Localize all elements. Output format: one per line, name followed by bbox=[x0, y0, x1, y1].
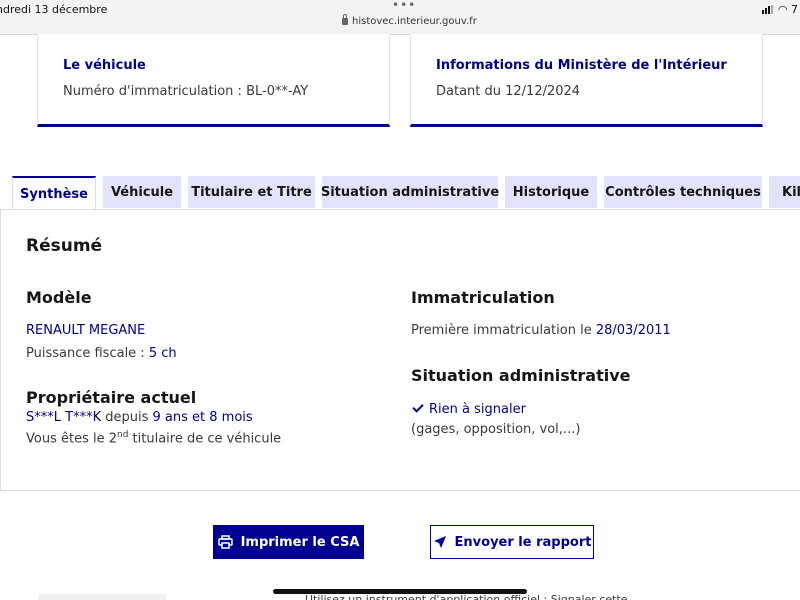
send-report-label: Envoyer le rapport bbox=[454, 534, 592, 550]
check-icon bbox=[412, 401, 424, 413]
battery-level: 7 bbox=[791, 3, 798, 16]
registration-heading: Immatriculation bbox=[411, 288, 555, 307]
registration-number: Numéro d'immatriculation : BL-0**-AY bbox=[63, 84, 309, 99]
admin-status-heading: Situation administrative bbox=[411, 366, 631, 385]
first-registration: Première immatriculation le 28/03/2011 bbox=[411, 323, 671, 338]
send-icon bbox=[433, 536, 446, 548]
owner-name: S***L T***K bbox=[26, 410, 102, 425]
address-bar[interactable]: histovec.interieur.gouv.fr bbox=[342, 14, 477, 27]
owner-heading: Propriétaire actuel bbox=[26, 388, 197, 407]
fiscal-power: Puissance fiscale : 5 ch bbox=[26, 346, 177, 361]
card-title: Informations du Ministère de l'Intérieur bbox=[436, 58, 727, 73]
owner-rank-prefix: Vous êtes le 2 bbox=[26, 431, 117, 447]
owner-duration: 9 ans et 8 mois bbox=[152, 410, 253, 425]
summary-panel: Résumé Modèle RENAULT MEGANE Puissance f… bbox=[0, 209, 800, 491]
wifi-icon: ◠ bbox=[777, 3, 788, 16]
ministry-info-card: Informations du Ministère de l'Intérieur… bbox=[410, 34, 763, 127]
owner-rank: Vous êtes le 2nd titulaire de ce véhicul… bbox=[26, 430, 281, 446]
home-indicator[interactable] bbox=[273, 589, 527, 594]
owner-rank-sup: nd bbox=[117, 430, 129, 440]
signal-icon bbox=[762, 4, 774, 17]
first-registration-date: 28/03/2011 bbox=[595, 323, 671, 338]
first-registration-label: Première immatriculation le bbox=[411, 323, 592, 338]
url-text: histovec.interieur.gouv.fr bbox=[352, 16, 477, 27]
tab-controles-techniques[interactable]: Contrôles techniques bbox=[604, 176, 762, 208]
print-csa-button[interactable]: Imprimer le CSA bbox=[213, 525, 364, 559]
model-name: RENAULT MEGANE bbox=[26, 323, 146, 338]
card-title: Le véhicule bbox=[63, 58, 146, 73]
admin-status-details: (gages, opposition, vol,...) bbox=[411, 422, 581, 437]
fiscal-power-label: Puissance fiscale : bbox=[26, 346, 145, 361]
footer-partial-box bbox=[38, 594, 166, 600]
tab-historique[interactable]: Historique bbox=[505, 176, 597, 208]
fiscal-power-value: 5 ch bbox=[148, 346, 177, 361]
vehicle-info-card: Le véhicule Numéro d'immatriculation : B… bbox=[37, 34, 390, 127]
status-date: ndredi 13 décembre bbox=[0, 3, 108, 16]
send-report-button[interactable]: Envoyer le rapport bbox=[430, 525, 594, 559]
report-date: Datant du 12/12/2024 bbox=[436, 84, 581, 99]
admin-status: Rien à signaler bbox=[412, 401, 526, 417]
browser-status-bar: ndredi 13 décembre ••• histovec.interieu… bbox=[0, 0, 800, 35]
lock-icon bbox=[342, 14, 348, 25]
owner-info: S***L T***K depuis 9 ans et 8 mois bbox=[26, 410, 253, 425]
owner-rank-suffix: titulaire de ce véhicule bbox=[128, 431, 282, 447]
tab-kilometrage[interactable]: Kil bbox=[769, 176, 800, 208]
tab-situation-administrative[interactable]: Situation administrative bbox=[321, 176, 499, 208]
owner-since-label: depuis bbox=[105, 410, 149, 425]
tab-titulaire[interactable]: Titulaire et Titre bbox=[188, 176, 315, 208]
tab-vehicule[interactable]: Véhicule bbox=[103, 176, 181, 208]
tab-bar: Synthèse Véhicule Titulaire et Titre Sit… bbox=[0, 176, 800, 210]
printer-icon bbox=[217, 535, 233, 549]
admin-status-text: Rien à signaler bbox=[429, 402, 526, 417]
model-heading: Modèle bbox=[26, 288, 92, 307]
tab-synthese[interactable]: Synthèse bbox=[12, 176, 96, 210]
print-csa-label: Imprimer le CSA bbox=[240, 534, 360, 550]
footer-partial-text: Utilisez un instrument d'application off… bbox=[305, 593, 628, 600]
summary-heading: Résumé bbox=[26, 236, 103, 256]
status-indicators: ◠ 7 bbox=[762, 3, 798, 17]
more-options-icon[interactable]: ••• bbox=[392, 0, 416, 12]
